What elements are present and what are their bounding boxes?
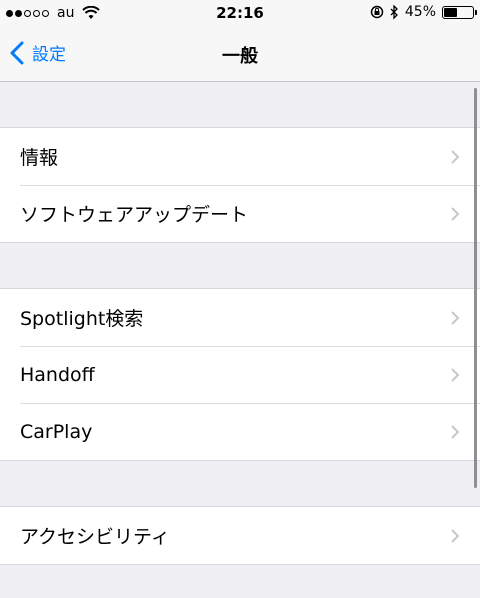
row-spotlight-search[interactable]: Spotlight検索 [0, 289, 480, 346]
chevron-right-icon [451, 149, 460, 164]
row-label: 情報 [20, 147, 59, 169]
chevron-right-icon [451, 424, 460, 439]
settings-group-accessibility: アクセシビリティ [0, 506, 480, 565]
chevron-right-icon [451, 310, 460, 325]
battery-percent: 45% [404, 4, 436, 20]
row-carplay[interactable]: CarPlay [0, 403, 480, 460]
row-handoff[interactable]: Handoff [0, 346, 480, 403]
scrollbar[interactable] [474, 88, 477, 488]
navigation-bar: 設定 一般 [0, 28, 480, 82]
battery-icon [442, 5, 477, 19]
row-software-update[interactable]: ソフトウェアアップデート [0, 185, 480, 242]
row-label: アクセシビリティ [20, 526, 170, 548]
chevron-right-icon [451, 367, 460, 382]
chevron-right-icon [451, 528, 460, 543]
status-bar: au 22:16 45% [0, 0, 480, 28]
row-label: ソフトウェアアップデート [20, 204, 249, 226]
row-about[interactable]: 情報 [0, 128, 480, 185]
row-label: Handoff [20, 363, 95, 386]
chevron-right-icon [451, 206, 460, 221]
bluetooth-icon [390, 4, 398, 20]
row-label: Spotlight検索 [20, 308, 144, 330]
battery-level [444, 7, 457, 17]
status-right: 45% [370, 4, 477, 20]
settings-group-features: Spotlight検索 Handoff CarPlay [0, 288, 480, 461]
settings-group-about: 情報 ソフトウェアアップデート [0, 127, 480, 243]
rotation-lock-icon [370, 5, 384, 19]
row-label: CarPlay [20, 420, 93, 443]
row-accessibility[interactable]: アクセシビリティ [0, 507, 480, 564]
page-title: 一般 [222, 46, 258, 67]
